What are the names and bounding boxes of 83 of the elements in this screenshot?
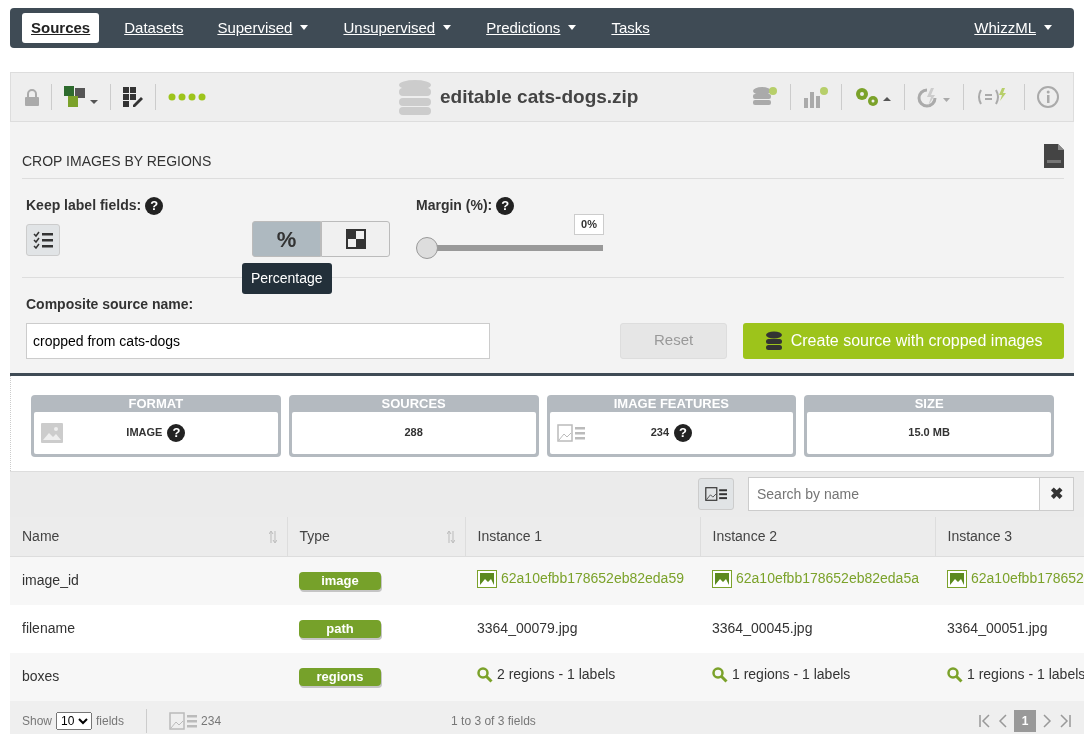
last-page-icon[interactable] xyxy=(1058,714,1072,728)
lightning-refresh-icon[interactable] xyxy=(917,86,951,108)
help-icon[interactable]: ? xyxy=(145,196,164,215)
feature-count: 234 xyxy=(201,713,222,730)
search-field[interactable]: Search by name ✖ xyxy=(748,477,1074,511)
search-icon[interactable] xyxy=(712,666,728,683)
help-icon[interactable]: ? xyxy=(496,196,515,215)
card-value: 15.0 MB xyxy=(908,425,950,441)
sort-icon[interactable] xyxy=(446,528,455,545)
pixels-toggle[interactable] xyxy=(321,221,390,257)
image-icon xyxy=(947,569,967,588)
card-heading: SOURCES xyxy=(380,394,447,412)
table-cell-text: 3364_00079.jpg xyxy=(477,619,578,638)
card-value: 234 xyxy=(650,425,670,441)
panel-title: CROP IMAGES BY REGIONS xyxy=(22,152,212,171)
card-heading: IMAGE FEATURES xyxy=(612,394,731,412)
nav-tab[interactable]: Predictions xyxy=(477,12,587,44)
column-header[interactable]: Instance 2 xyxy=(700,516,935,557)
help-icon[interactable]: ? xyxy=(674,423,693,442)
info-icon[interactable] xyxy=(1037,86,1059,108)
image-icon xyxy=(41,422,63,443)
table-cell-text: 1 regions - 1 labels xyxy=(732,665,851,685)
search-icon[interactable] xyxy=(947,666,963,683)
table-cell-text: 3364_00045.jpg xyxy=(712,619,813,638)
nav-tab[interactable]: Tasks xyxy=(602,12,659,44)
column-header[interactable]: Instance 1 xyxy=(465,516,700,557)
table-cell-text: 2 regions - 1 labels xyxy=(497,665,616,685)
field-label: Margin (%): xyxy=(416,196,493,215)
next-page-icon[interactable] xyxy=(1040,714,1054,728)
label-fields-button[interactable] xyxy=(26,224,60,256)
dataset-icon[interactable] xyxy=(752,86,778,108)
table-cell-text: 3364_00051.jpg xyxy=(947,619,1048,638)
tooltip: Percentage xyxy=(242,263,332,294)
type-tag: path xyxy=(299,620,381,638)
table-cell-text: image_id xyxy=(22,571,79,591)
column-header[interactable]: Name xyxy=(10,516,287,557)
clear-icon[interactable]: ✖ xyxy=(1039,478,1073,510)
card-value: IMAGE xyxy=(126,425,163,441)
column-header[interactable]: Instance 3 xyxy=(935,516,1084,557)
slider-value: 0% xyxy=(574,214,604,235)
chart-gear-icon[interactable] xyxy=(803,86,829,108)
footer-label: fields xyxy=(96,713,125,730)
nav-tab[interactable]: Datasets xyxy=(115,12,193,44)
nav-tab[interactable]: Sources xyxy=(22,12,100,44)
status-dots-icon xyxy=(168,93,208,101)
lock-icon[interactable] xyxy=(25,88,39,106)
card-heading: FORMAT xyxy=(127,394,185,412)
database-icon xyxy=(398,79,432,115)
sort-icon[interactable] xyxy=(268,528,277,545)
nav-tab[interactable]: Unsupervised xyxy=(334,12,462,44)
database-icon xyxy=(764,330,783,351)
pdf-icon[interactable] xyxy=(1044,144,1064,168)
table-cell-text: boxes xyxy=(22,667,60,686)
search-icon[interactable] xyxy=(477,666,493,683)
field-label: Composite source name: xyxy=(26,294,195,314)
page-size-select[interactable]: 10 xyxy=(56,712,93,730)
checker-icon xyxy=(345,229,366,249)
image-list-icon xyxy=(169,712,198,730)
help-icon[interactable]: ? xyxy=(167,423,186,442)
checklist-icon xyxy=(33,231,53,249)
field-label: Keep label fields: xyxy=(26,196,142,215)
source-title: editable cats-dogs.zip xyxy=(440,84,639,109)
image-icon xyxy=(712,569,732,588)
image-list-icon xyxy=(705,485,727,503)
grid-edit-icon[interactable] xyxy=(123,87,143,107)
image-list-icon xyxy=(556,423,585,442)
card-value: 288 xyxy=(404,425,423,441)
table-cell-text: 1 regions - 1 labels xyxy=(967,665,1084,685)
view-toggle-button[interactable] xyxy=(698,478,734,510)
pagination-info: 1 to 3 of 3 fields xyxy=(451,713,536,730)
table-cell-text: filename xyxy=(22,619,75,638)
card-heading: SIZE xyxy=(913,394,945,412)
column-header[interactable]: Type xyxy=(287,516,465,557)
nav-tab[interactable]: Supervised xyxy=(208,12,319,44)
first-page-icon[interactable] xyxy=(978,714,992,728)
type-tag: image xyxy=(299,572,381,591)
footer-label: Show xyxy=(22,713,53,730)
previous-page-icon[interactable] xyxy=(996,714,1010,728)
nav-menu[interactable]: WhizzML xyxy=(965,12,1062,44)
image-icon xyxy=(477,569,497,588)
type-tag: regions xyxy=(299,668,381,686)
name-input[interactable]: cropped from cats-dogs xyxy=(26,322,490,359)
percentage-toggle[interactable]: % xyxy=(252,221,321,257)
